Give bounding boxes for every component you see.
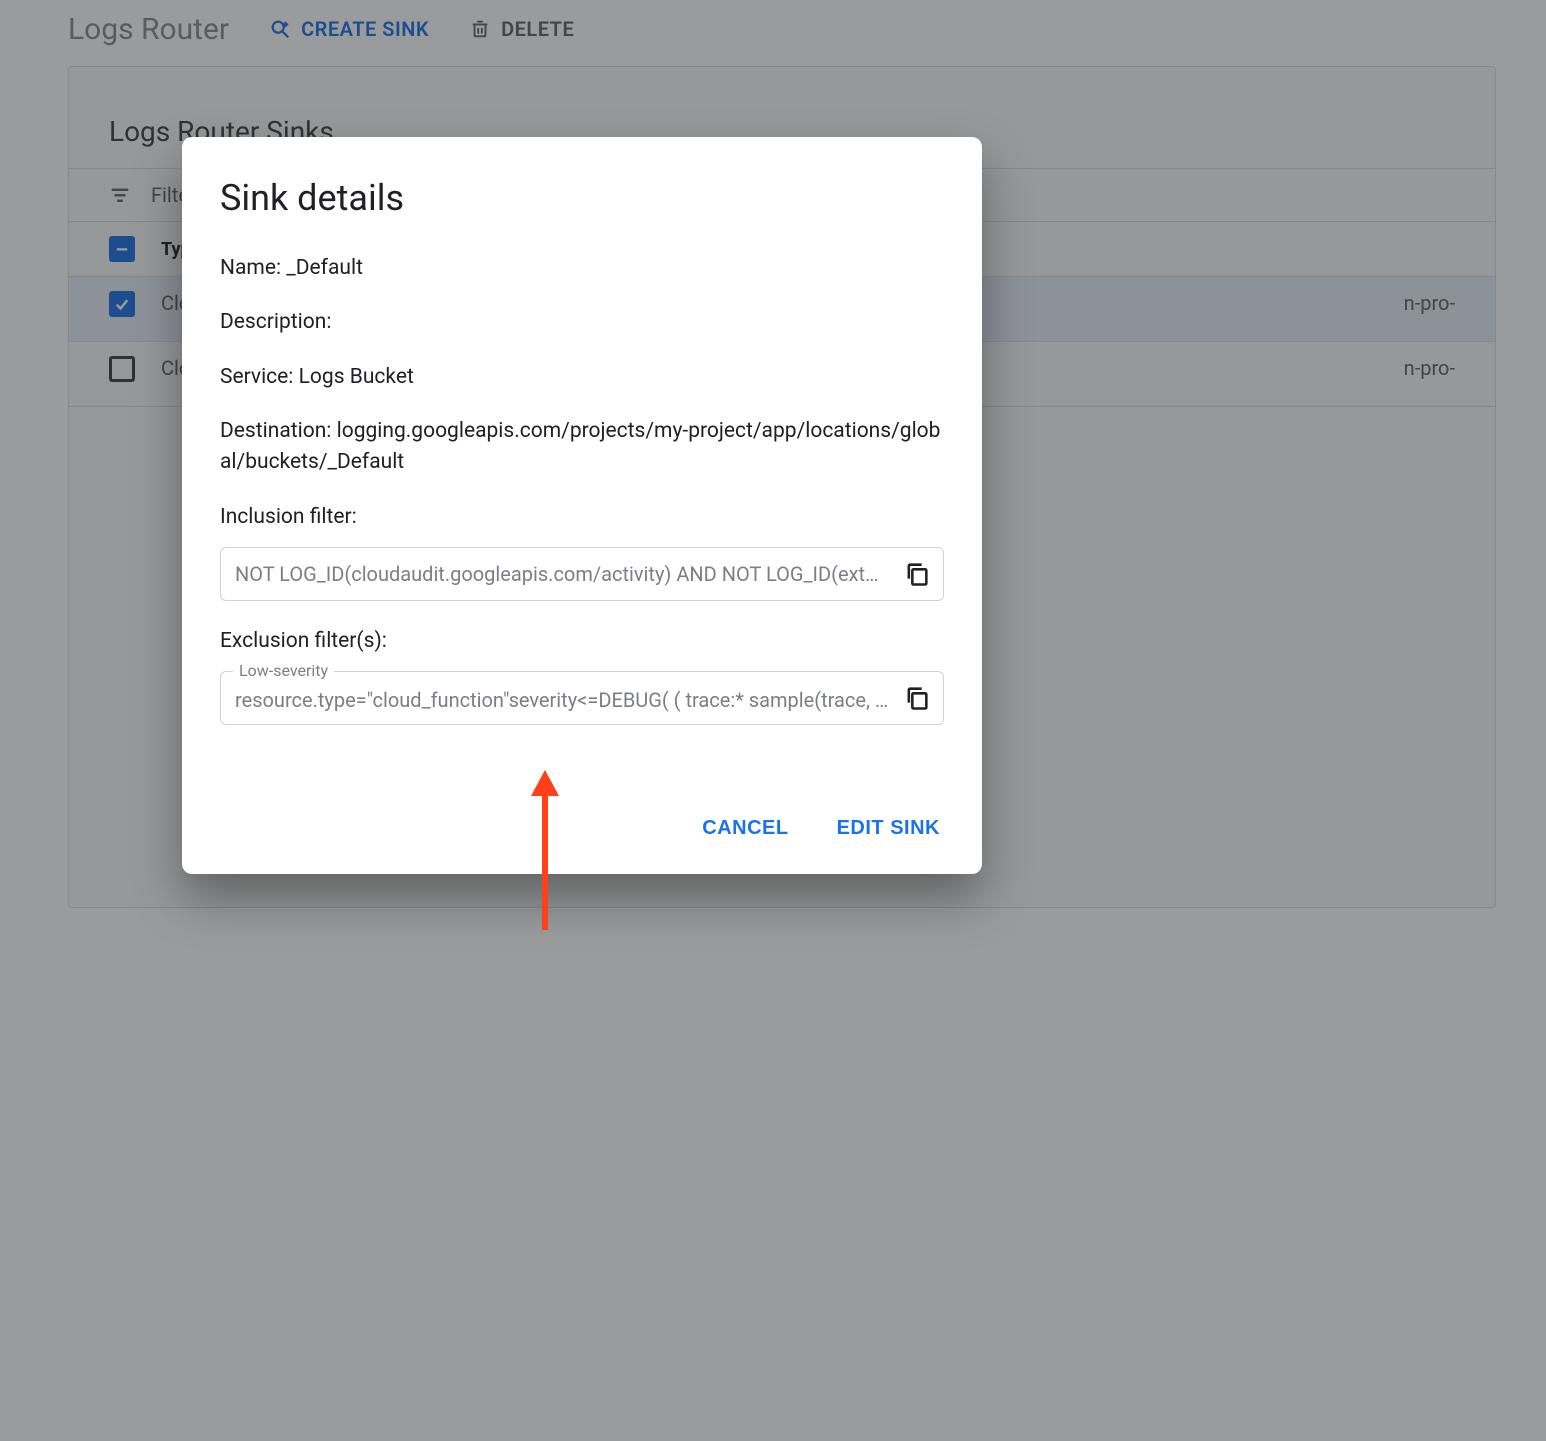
exclusion-filter-label: Exclusion filter(s): [220,629,944,653]
copy-icon [903,684,931,712]
dialog-title: Sink details [220,177,944,219]
exclusion-filter-box: Low-severity resource.type="cloud_functi… [220,671,944,725]
sink-service-row: Service: Logs Bucket [220,362,944,392]
inclusion-filter-value: NOT LOG_ID(cloudaudit.googleapis.com/act… [235,562,942,586]
copy-icon [903,560,931,588]
service-value: Logs Bucket [299,365,414,389]
sink-details-dialog: Sink details Name: _Default Description:… [182,137,982,874]
desc-label: Description: [220,310,331,334]
sink-name-row: Name: _Default [220,253,944,283]
name-label: Name: [220,256,281,280]
copy-exclusion-button[interactable] [903,684,931,712]
sink-description-row: Description: [220,307,944,337]
inclusion-filter-box: NOT LOG_ID(cloudaudit.googleapis.com/act… [220,547,944,601]
exclusion-filter-value: resource.type="cloud_function"severity<=… [235,688,889,712]
cancel-button[interactable]: CANCEL [698,811,792,846]
copy-inclusion-button[interactable] [903,560,931,588]
service-label: Service: [220,365,293,389]
edit-sink-button[interactable]: EDIT SINK [833,811,944,846]
dialog-actions: CANCEL EDIT SINK [220,811,944,846]
inclusion-filter-label: Inclusion filter: [220,505,944,529]
dest-label: Destination: [220,419,331,443]
exclusion-filter-name: Low-severity [233,661,334,680]
name-value: _Default [286,256,363,280]
sink-destination-row: Destination: logging.googleapis.com/proj… [220,416,944,477]
